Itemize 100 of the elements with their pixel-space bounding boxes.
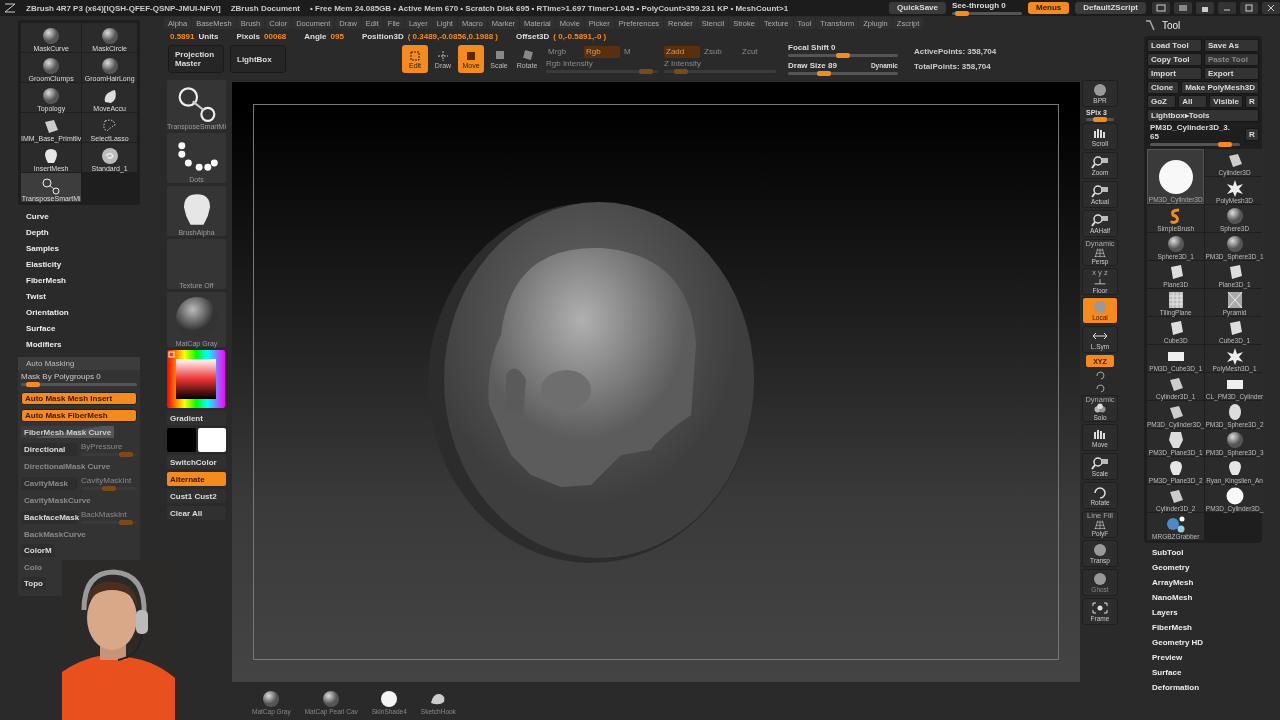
color-swatch[interactable] <box>167 428 196 452</box>
channel-button[interactable]: Zcut <box>740 45 776 58</box>
maximize-icon[interactable] <box>1240 2 1258 14</box>
title-button[interactable]: DefaultZScript <box>1075 2 1146 14</box>
tool-button[interactable]: Import <box>1147 67 1202 80</box>
slider-label: Focal Shift 0 <box>788 43 836 52</box>
layout-icon[interactable] <box>1152 2 1170 14</box>
slider-track[interactable] <box>21 383 137 386</box>
slider-label: See-through 0 <box>952 1 1007 10</box>
reset-button[interactable]: R <box>1245 128 1259 141</box>
slider-track[interactable] <box>788 54 898 57</box>
channel-button[interactable]: Zsub <box>702 45 738 58</box>
tool-button[interactable]: R <box>1245 95 1259 108</box>
tool-button[interactable]: GoZ <box>1147 95 1177 108</box>
channel-button[interactable]: Zadd <box>664 45 700 58</box>
color-swatch[interactable] <box>197 428 226 452</box>
tool-button[interactable]: Load Tool <box>1147 39 1202 52</box>
info-value: 00068 <box>264 31 287 41</box>
color-picker[interactable] <box>167 350 225 408</box>
tool-button[interactable]: Export <box>1204 67 1259 80</box>
color-button[interactable]: Cust1 Cust2 <box>167 489 226 503</box>
minimize-icon[interactable] <box>1218 2 1236 14</box>
point-count: TotalPoints: 358,704 <box>914 62 992 71</box>
slider-label: Draw Size 89 <box>788 61 837 70</box>
color-button[interactable]: Alternate <box>167 472 226 486</box>
slider-thumb[interactable] <box>26 382 41 387</box>
toggle-button[interactable]: Auto Mask FiberMesh <box>21 409 137 422</box>
slider-track[interactable] <box>788 72 898 75</box>
info-value: 095 <box>330 31 344 41</box>
app-logo-icon <box>4 3 16 13</box>
menu-item[interactable]: Depth <box>26 225 140 241</box>
slider-thumb[interactable] <box>118 520 133 525</box>
tool-button[interactable]: Save As <box>1204 39 1259 52</box>
toggle-button[interactable]: Topo <box>21 577 46 590</box>
toolbar-button[interactable]: LightBox <box>230 45 286 73</box>
panel-title: Tool <box>1162 19 1181 31</box>
tool-button[interactable]: Lightbox▸Tools <box>1147 109 1259 122</box>
slider-track[interactable] <box>1086 118 1114 121</box>
tool-button[interactable]: Make PolyMesh3D <box>1181 81 1259 94</box>
info-label: Position3D <box>361 31 404 41</box>
info-value: 0.5891 <box>170 31 195 41</box>
menu-item[interactable]: Elasticity <box>26 257 140 273</box>
close-icon[interactable] <box>1262 2 1280 14</box>
channel-button[interactable]: Mrgb <box>546 45 582 58</box>
menu-item[interactable]: SubTool <box>1152 545 1262 560</box>
slider-thumb[interactable] <box>673 68 688 74</box>
info-label: Angle <box>304 31 327 41</box>
tool-button[interactable]: All <box>1178 95 1208 108</box>
slider-label: CavityMaskInt <box>81 476 133 485</box>
color-button[interactable]: SwitchColor <box>167 455 226 469</box>
toggle-button[interactable]: Auto Mask Mesh Insert <box>21 392 137 405</box>
menu-item[interactable]: Modifiers <box>26 337 140 353</box>
lock-icon[interactable] <box>1196 2 1214 14</box>
menu-item[interactable]: NanoMesh <box>1152 590 1262 605</box>
magnifier-icon <box>1091 155 1109 169</box>
slider-label: Rgb Intensity <box>546 59 594 68</box>
curve-button[interactable]: FiberMesh Mask Curve <box>21 426 115 438</box>
slider-thumb[interactable] <box>816 71 831 76</box>
menu-item[interactable]: Surface <box>1152 665 1262 680</box>
crosshair-icon <box>437 49 449 62</box>
menu-item[interactable]: FiberMesh <box>26 273 140 289</box>
slider-thumb[interactable] <box>639 68 654 74</box>
tool-button[interactable]: Clone <box>1147 81 1180 94</box>
layout-icon[interactable] <box>1174 2 1192 14</box>
slider-track[interactable] <box>1150 143 1240 146</box>
toggle-button[interactable]: ColorM <box>21 544 55 557</box>
menu-item[interactable]: Geometry HD <box>1152 635 1262 650</box>
tool-button[interactable]: Visible <box>1209 95 1243 108</box>
menu-item[interactable]: FiberMesh <box>1152 620 1262 635</box>
slider-thumb[interactable] <box>954 11 969 16</box>
channel-button[interactable]: Rgb <box>584 45 620 58</box>
title-button[interactable]: QuickSave <box>889 2 946 14</box>
title-toggle[interactable]: Menus <box>1028 2 1070 14</box>
slider-track[interactable] <box>952 12 1022 15</box>
menu-item[interactable]: ArrayMesh <box>1152 575 1262 590</box>
document-title: ZBrush Document <box>230 3 301 13</box>
window-title: ZBrush 4R7 P3 (x64)[IQSH-QFEF-QSNP-JMUI-NFVI] <box>26 3 221 13</box>
slider-thumb[interactable] <box>836 53 850 58</box>
menu-item[interactable]: Curve <box>26 209 140 225</box>
slider-label: Mask By Polygroups 0 <box>21 372 102 381</box>
channel-button[interactable]: M <box>622 45 658 58</box>
slider-thumb[interactable] <box>118 452 133 457</box>
menu-item[interactable]: Deformation <box>1152 680 1262 695</box>
color-button[interactable]: Clear All <box>167 506 226 520</box>
info-label: Units <box>198 31 219 41</box>
toggle-button[interactable]: Directional <box>21 442 77 456</box>
toggle-button[interactable]: BackfaceMask <box>21 510 77 524</box>
info-value: ( 0,-0.5891,-0 ) <box>553 31 607 41</box>
menu-item[interactable]: Twist <box>26 289 140 305</box>
toolbar-button[interactable]: Projection Master <box>168 45 224 73</box>
slider-thumb[interactable] <box>1218 142 1233 147</box>
tool-button[interactable]: Copy Tool <box>1147 53 1202 66</box>
menu-item[interactable]: Samples <box>26 241 140 257</box>
menu-item[interactable]: Layers <box>1152 605 1262 620</box>
menu-item[interactable]: Surface <box>26 321 140 337</box>
gradient-button[interactable]: Gradient <box>167 411 226 425</box>
slider-thumb[interactable] <box>1093 117 1107 122</box>
menu-item[interactable]: Orientation <box>26 305 140 321</box>
menu-item[interactable]: Preview <box>1152 650 1262 665</box>
menu-item[interactable]: Geometry <box>1152 560 1262 575</box>
